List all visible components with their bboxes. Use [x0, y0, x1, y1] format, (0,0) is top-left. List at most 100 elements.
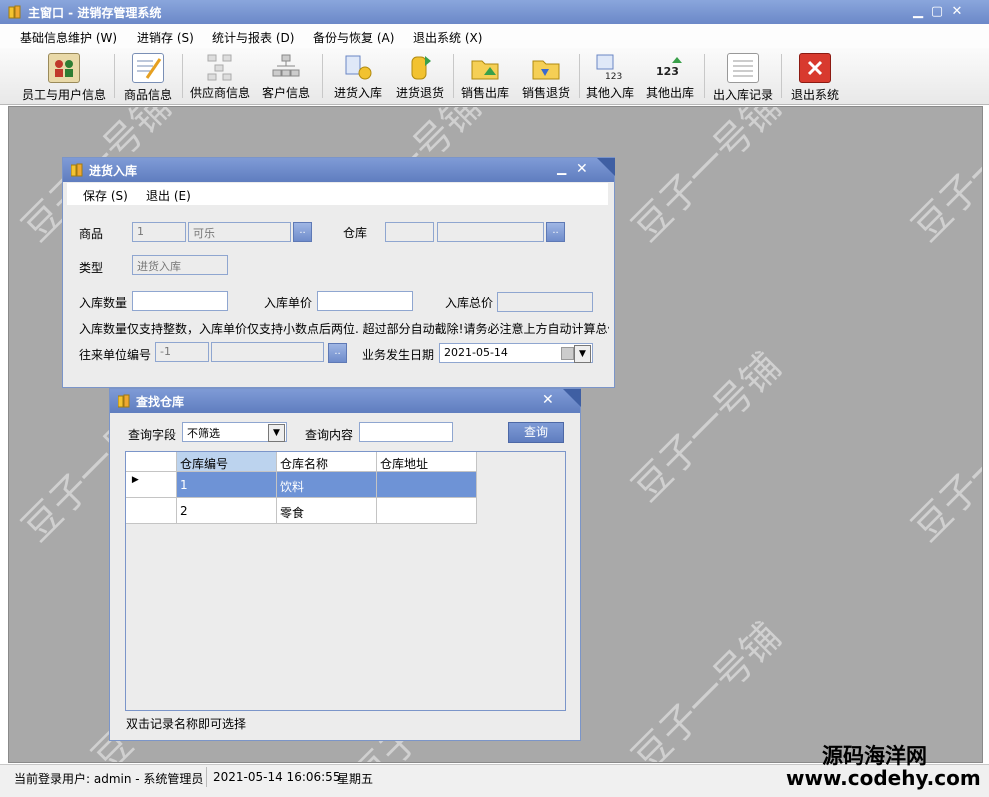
toolbar-product-button[interactable]: 商品信息 [119, 50, 177, 102]
menu-statistics[interactable]: 统计与报表 (D) [212, 29, 294, 46]
query-field-value: 不筛选 [187, 427, 220, 440]
corner-fold [597, 158, 615, 176]
toolbar-sales-return-button[interactable]: 销售退货 [517, 50, 575, 102]
product-browse-button[interactable]: .. [293, 222, 312, 242]
quantity-label: 入库数量 [79, 296, 128, 310]
other-out-icon: 123 [655, 53, 685, 81]
users-icon [48, 53, 80, 83]
stock-in-title-bar: 进货入库 ▁ ✕ [63, 158, 615, 182]
save-menu[interactable]: 保存 (S) [83, 187, 128, 204]
chevron-down-icon[interactable]: ▼ [574, 345, 591, 363]
find-warehouse-title: 查找仓库 [136, 395, 185, 409]
product-id-field: 1 [132, 222, 186, 242]
chevron-down-icon[interactable]: ▼ [268, 424, 285, 442]
status-weekday: 星期五 [337, 772, 374, 786]
warehouse-name-field [437, 222, 544, 242]
unit-price-label: 入库单价 [264, 296, 313, 310]
toolbar-supplier-button[interactable]: 供应商信息 [187, 50, 253, 102]
date-picker[interactable]: 2021-05-14 ▼ [439, 343, 593, 363]
query-button[interactable]: 查询 [508, 422, 564, 443]
close-icon[interactable]: ✕ [576, 161, 588, 177]
select-hint: 双击记录名称即可选择 [126, 717, 247, 731]
brand-url: www.codehy.com [786, 766, 981, 790]
table-cell[interactable]: 零食 [277, 498, 377, 524]
toolbar-exit-button[interactable]: 退出系统 [786, 50, 844, 102]
warehouse-label: 仓库 [343, 226, 368, 240]
minimize-icon[interactable]: ▁ [557, 161, 566, 175]
calendar-icon[interactable] [561, 347, 574, 360]
column-header[interactable]: 仓库地址 [377, 452, 477, 472]
date-value: 2021-05-14 [444, 346, 508, 359]
status-user: 当前登录用户: admin - 系统管理员 [14, 772, 204, 786]
toolbar: 员工与用户信息 商品信息 供应商信息 客户信息 进货入库 进货退货 销售出库 销… [0, 48, 989, 105]
type-label: 类型 [79, 261, 104, 275]
partner-name-field [211, 342, 324, 362]
minimize-icon[interactable]: ▁ [910, 4, 926, 20]
query-content-label: 查询内容 [305, 428, 354, 442]
window-title: 主窗口 - 进销存管理系统 [28, 6, 162, 20]
sales-return-icon [531, 53, 561, 81]
stock-in-title: 进货入库 [89, 164, 138, 178]
app-icon [8, 5, 22, 19]
toolbar-customer-button[interactable]: 客户信息 [257, 50, 315, 102]
stock-in-window: 进货入库 ▁ ✕ 保存 (S) 退出 (E) 商品 1 可乐 .. 仓库 .. … [62, 157, 615, 388]
maximize-icon[interactable]: ▢ [929, 4, 945, 20]
status-datetime: 2021-05-14 16:06:55 [213, 770, 341, 784]
row-selector-icon[interactable]: ▶ [126, 472, 177, 498]
table-cell[interactable]: 1 [177, 472, 277, 498]
warehouse-grid: 仓库编号 仓库名称 仓库地址 ▶ 1 饮料 2 零食 [125, 451, 566, 711]
close-icon[interactable]: ✕ [949, 4, 965, 20]
warehouse-browse-button[interactable]: .. [546, 222, 565, 242]
table-cell[interactable]: 2 [177, 498, 277, 524]
column-header[interactable]: 仓库名称 [277, 452, 377, 472]
stock-in-menu-bar: 保存 (S) 退出 (E) [67, 183, 608, 205]
partner-browse-button[interactable]: .. [328, 343, 347, 363]
toolbar-purchase-return-button[interactable]: 进货退货 [391, 50, 449, 102]
svg-text:123: 123 [605, 72, 622, 81]
toolbar-records-button[interactable]: 出入库记录 [709, 50, 777, 102]
org-chart-icon [271, 53, 301, 81]
quantity-field[interactable] [132, 291, 228, 311]
watermark: 豆子一号铺 [903, 106, 983, 250]
date-label: 业务发生日期 [362, 348, 435, 362]
org-chart-gray-icon [205, 53, 235, 81]
menu-backup[interactable]: 备份与恢复 (A) [313, 29, 394, 46]
find-warehouse-title-bar: 查找仓库 ✕ [110, 389, 581, 413]
other-in-icon: 123 [595, 53, 625, 82]
toolbar-other-in-button[interactable]: 123 其他入库 [583, 50, 637, 102]
query-content-input[interactable] [359, 422, 453, 442]
query-field-select[interactable]: 不筛选 ▼ [182, 422, 287, 442]
warehouse-id-field [385, 222, 434, 242]
toolbar-sales-out-button[interactable]: 销售出库 [456, 50, 514, 102]
column-header[interactable]: 仓库编号 [177, 452, 277, 472]
toolbar-other-out-button[interactable]: 123 其他出库 [642, 50, 698, 102]
main-title-bar: 主窗口 - 进销存管理系统 ▁ ▢ ✕ [0, 0, 989, 24]
exit-icon [799, 53, 831, 83]
corner-fold [563, 389, 581, 407]
table-cell[interactable]: 饮料 [277, 472, 377, 498]
menu-inventory[interactable]: 进销存 (S) [137, 29, 194, 46]
toolbar-stock-in-button[interactable]: 进货入库 [329, 50, 387, 102]
row-selector[interactable] [126, 498, 177, 524]
window-icon [70, 163, 84, 177]
type-field: 进货入库 [132, 255, 228, 275]
records-icon [727, 53, 759, 83]
stock-in-icon [343, 53, 373, 81]
close-icon[interactable]: ✕ [542, 392, 554, 408]
menu-bar: 基础信息维护 (W) 进销存 (S) 统计与报表 (D) 备份与恢复 (A) 退… [0, 24, 989, 49]
window-icon [117, 394, 131, 408]
grid-corner [126, 452, 177, 472]
input-hint: 入库数量仅支持整数，入库单价仅支持小数点后两位. 超过部分自动截除!请务必注意上… [79, 322, 609, 336]
query-field-label: 查询字段 [128, 428, 177, 442]
product-name-field: 可乐 [188, 222, 291, 242]
exit-menu[interactable]: 退出 (E) [146, 187, 191, 204]
partner-label: 往来单位编号 [79, 348, 152, 362]
edit-form-icon [132, 53, 164, 83]
menu-exit[interactable]: 退出系统 (X) [413, 29, 482, 46]
table-cell[interactable] [377, 472, 477, 498]
product-label: 商品 [79, 227, 104, 241]
table-cell[interactable] [377, 498, 477, 524]
menu-basic-info[interactable]: 基础信息维护 (W) [20, 29, 117, 46]
toolbar-users-button[interactable]: 员工与用户信息 [18, 50, 110, 102]
unit-price-field[interactable] [317, 291, 413, 311]
